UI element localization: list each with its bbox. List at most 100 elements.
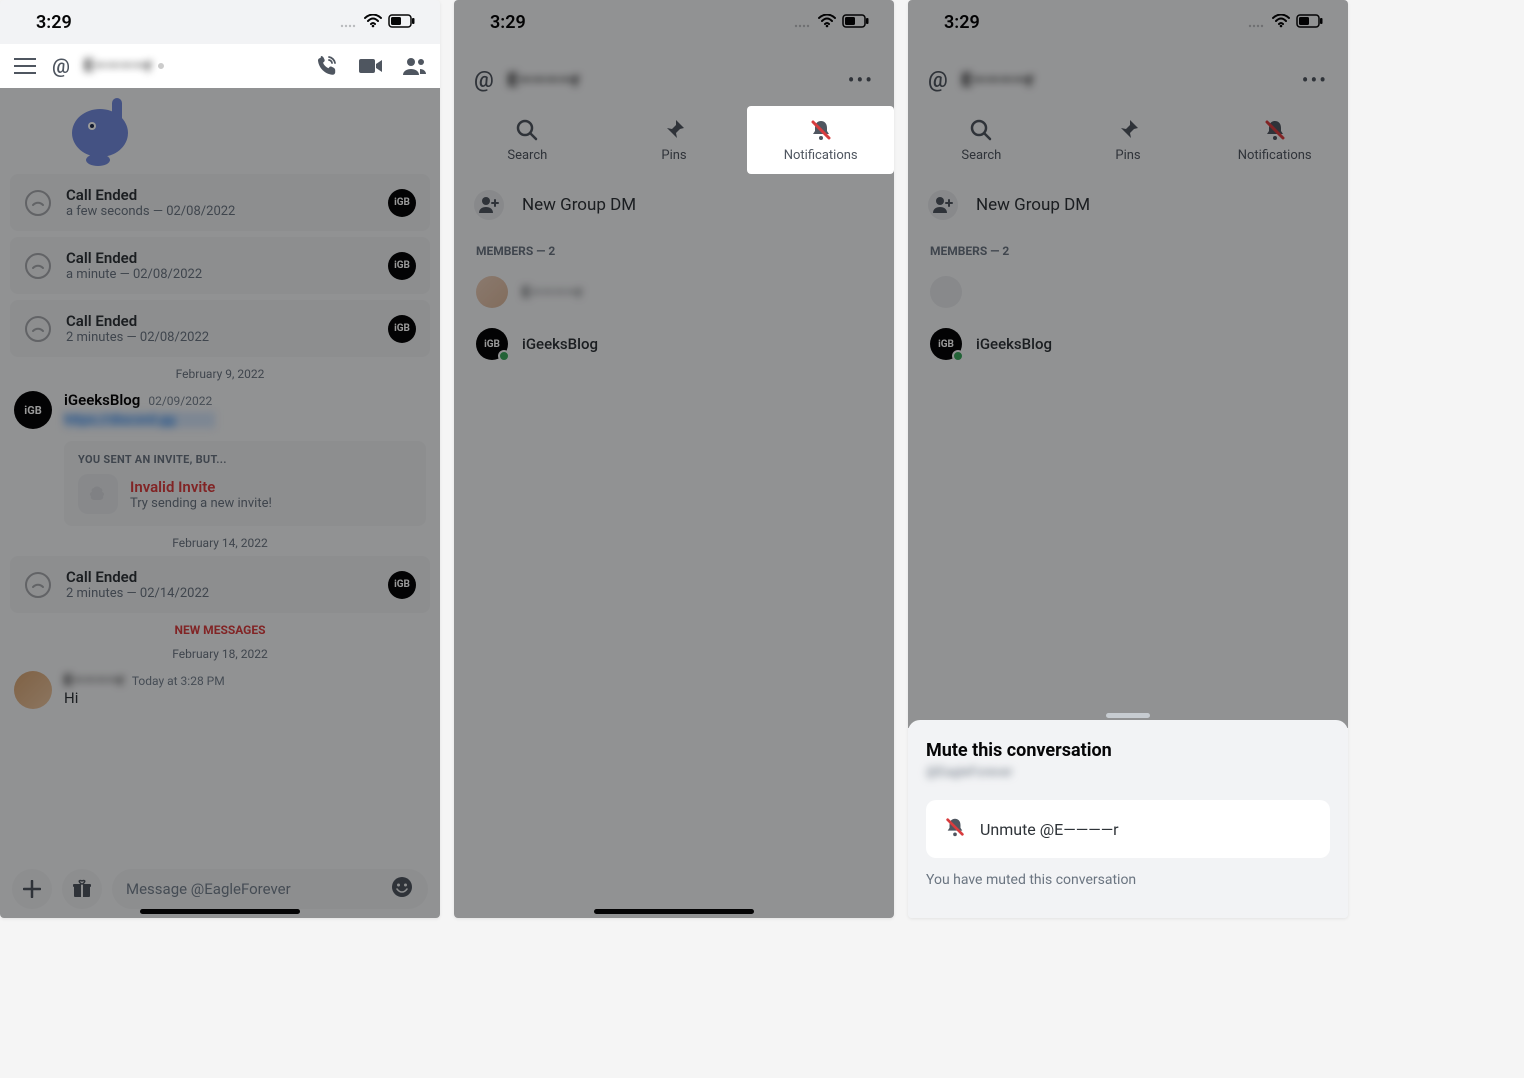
call-sub: 2 minutes — 02/14/2022	[66, 586, 374, 601]
msg-timestamp: 02/09/2022	[148, 394, 212, 408]
call-ended-icon	[24, 189, 52, 217]
invite-heading: YOU SENT AN INVITE, BUT...	[78, 453, 412, 466]
tab-row: Search Pins Notifications	[454, 106, 894, 174]
add-user-icon	[474, 190, 504, 220]
member-avatar-icon: iGB	[476, 328, 508, 360]
status-bar: 3:29	[908, 0, 1348, 44]
attach-button[interactable]	[12, 869, 52, 909]
tab-search[interactable]: Search	[908, 106, 1055, 174]
call-ended-icon	[24, 571, 52, 599]
cellular-icon	[794, 12, 812, 33]
phone-panel-2: 3:29 @ E————r ••• Search Pins Notificati…	[454, 0, 894, 918]
battery-icon	[388, 12, 416, 33]
msg-text: Hi	[64, 689, 426, 707]
more-icon[interactable]: •••	[848, 68, 874, 92]
member-avatar-icon	[476, 276, 508, 308]
unmute-label: Unmute @E————r	[980, 820, 1119, 839]
channel-name[interactable]: E————r	[962, 70, 1288, 91]
add-user-icon	[928, 190, 958, 220]
phone-panel-3: 3:29 @ E————r ••• Search Pins Notificati…	[908, 0, 1348, 918]
members-icon[interactable]	[402, 53, 428, 79]
phone-panel-1: 3:29 @ E————r	[0, 0, 440, 918]
profile-header: @ E————r •••	[454, 54, 894, 106]
call-sub: a few seconds — 02/08/2022	[66, 204, 374, 219]
tab-pins[interactable]: Pins	[1055, 106, 1202, 174]
member-name: iGeeksBlog	[976, 335, 1052, 353]
tab-search[interactable]: Search	[454, 106, 601, 174]
bell-muted-icon	[1263, 118, 1287, 142]
group-dm-label: New Group DM	[522, 195, 636, 215]
menu-icon[interactable]	[12, 53, 38, 79]
group-dm-label: New Group DM	[976, 195, 1090, 215]
cellular-icon	[1248, 12, 1266, 33]
home-indicator[interactable]	[140, 909, 300, 914]
home-indicator[interactable]	[594, 909, 754, 914]
msg-timestamp: Today at 3:28 PM	[132, 674, 225, 688]
invite-title: Invalid Invite	[130, 478, 272, 496]
wumpus-illustration	[50, 88, 170, 168]
status-bar: 3:29	[454, 0, 894, 44]
emoji-icon[interactable]	[390, 875, 414, 903]
status-time: 3:29	[944, 12, 980, 33]
msg-link[interactable]: https://discord.gg	[64, 412, 215, 428]
member-row[interactable]: E————r	[454, 266, 894, 318]
message[interactable]: E————r Today at 3:28 PM Hi	[0, 667, 440, 713]
call-ended-card[interactable]: Call Ended2 minutes — 02/14/2022 iGB	[10, 556, 430, 613]
battery-icon	[842, 12, 870, 33]
channel-name[interactable]: E————r	[508, 70, 834, 91]
tab-notifications[interactable]: Notifications	[747, 106, 894, 174]
msg-username[interactable]: E————r	[64, 671, 124, 689]
battery-icon	[1296, 12, 1324, 33]
sheet-subtitle: @EagleForever	[926, 765, 1013, 780]
avatar-icon[interactable]: iGB	[14, 391, 52, 429]
wifi-icon	[364, 12, 382, 33]
member-row[interactable]: iGB iGeeksBlog	[454, 318, 894, 370]
member-avatar-icon: iGB	[930, 328, 962, 360]
at-icon: @	[52, 54, 70, 78]
pin-icon	[662, 118, 686, 142]
message-input[interactable]: Message @EagleForever	[112, 869, 428, 909]
gift-button[interactable]	[62, 869, 102, 909]
call-sub: 2 minutes — 02/08/2022	[66, 330, 374, 345]
voice-call-icon[interactable]	[314, 53, 340, 79]
member-row[interactable]	[908, 266, 1348, 318]
member-row[interactable]: iGB iGeeksBlog	[908, 318, 1348, 370]
call-ended-icon	[24, 315, 52, 343]
tab-label: Pins	[1115, 148, 1140, 163]
tab-label: Notifications	[784, 148, 858, 163]
call-ended-card[interactable]: Call Endeda few seconds — 02/08/2022 iGB	[10, 174, 430, 231]
avatar-icon[interactable]	[14, 671, 52, 709]
member-avatar-icon	[930, 276, 962, 308]
msg-username[interactable]: iGeeksBlog	[64, 391, 140, 409]
profile-header: @ E————r •••	[908, 54, 1348, 106]
bell-muted-icon	[809, 118, 833, 142]
invite-card[interactable]: YOU SENT AN INVITE, BUT... Invalid Invit…	[64, 441, 426, 526]
date-divider: February 18, 2022	[0, 647, 440, 661]
tab-notifications[interactable]: Notifications	[1201, 106, 1348, 174]
sheet-note: You have muted this conversation	[926, 872, 1330, 888]
call-ended-card[interactable]: Call Ended2 minutes — 02/08/2022 iGB	[10, 300, 430, 357]
call-title: Call Ended	[66, 186, 374, 204]
message[interactable]: iGB iGeeksBlog 02/09/2022 https://discord…	[0, 387, 440, 433]
tab-pins[interactable]: Pins	[601, 106, 748, 174]
new-group-dm-button[interactable]: New Group DM	[454, 174, 894, 236]
video-call-icon[interactable]	[358, 53, 384, 79]
pin-icon	[1116, 118, 1140, 142]
sheet-title: Mute this conversation	[926, 740, 1330, 761]
tab-label: Notifications	[1238, 148, 1312, 163]
sheet-handle[interactable]	[1106, 713, 1150, 718]
igb-badge-icon: iGB	[388, 252, 416, 280]
presence-dot-icon	[156, 61, 166, 71]
call-ended-icon	[24, 252, 52, 280]
channel-name[interactable]: E————r	[84, 56, 300, 76]
members-heading: MEMBERS — 2	[454, 236, 894, 266]
call-title: Call Ended	[66, 249, 374, 267]
search-icon	[969, 118, 993, 142]
new-group-dm-button[interactable]: New Group DM	[908, 174, 1348, 236]
unmute-button[interactable]: Unmute @E————r	[926, 800, 1330, 858]
more-icon[interactable]: •••	[1302, 68, 1328, 92]
message-scroll[interactable]: Call Endeda few seconds — 02/08/2022 iGB…	[0, 88, 440, 860]
date-divider: February 14, 2022	[0, 536, 440, 550]
at-icon: @	[928, 68, 948, 93]
call-ended-card[interactable]: Call Endeda minute — 02/08/2022 iGB	[10, 237, 430, 294]
